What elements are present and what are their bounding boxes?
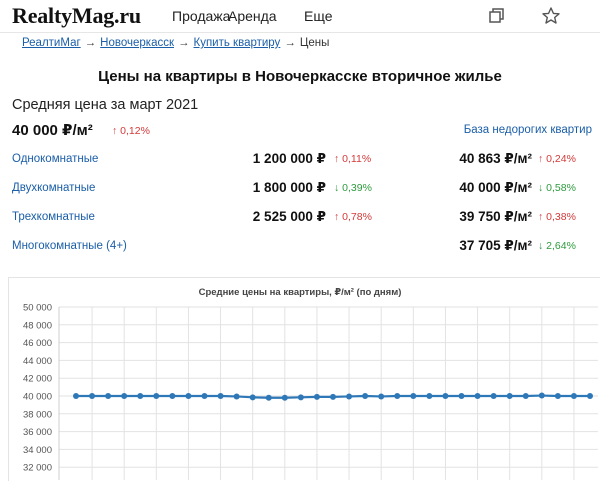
data-point	[89, 393, 96, 399]
data-point	[538, 392, 545, 399]
data-point	[249, 394, 256, 401]
data-point	[330, 393, 336, 400]
data-point	[185, 393, 192, 399]
data-point	[506, 393, 513, 399]
data-point	[490, 393, 497, 399]
data-point	[201, 393, 208, 399]
y-tick-label: 42 000	[23, 374, 52, 385]
data-point	[346, 393, 353, 400]
data-point	[362, 393, 369, 399]
y-tick-label: 32 000	[23, 463, 52, 474]
y-tick-label: 48 000	[23, 320, 52, 331]
price-line-chart: 50 000 48 000 46 000 44 000 42 000 40 000 38 0…	[23, 303, 598, 480]
y-tick-label: 50 000	[23, 303, 52, 314]
data-point	[474, 393, 481, 399]
data-point	[153, 393, 160, 399]
data-point	[297, 394, 304, 401]
data-point	[313, 393, 320, 400]
y-tick-label: 34 000	[23, 445, 52, 456]
data-point	[73, 393, 79, 399]
data-point	[378, 393, 385, 400]
y-tick-label: 36 000	[23, 427, 52, 438]
data-point	[426, 393, 433, 399]
data-point	[570, 393, 577, 399]
data-point	[458, 393, 465, 399]
y-tick-label: 46 000	[23, 338, 52, 349]
data-point	[394, 393, 401, 399]
data-point	[265, 394, 272, 401]
data-point	[554, 393, 561, 399]
data-point	[442, 393, 449, 399]
data-point	[217, 393, 224, 399]
y-tick-label: 40 000	[23, 392, 52, 403]
data-point	[121, 393, 128, 399]
y-tick-label: 44 000	[23, 356, 52, 367]
data-point	[105, 393, 112, 399]
y-tick-label: 38 000	[23, 409, 52, 420]
data-point	[137, 393, 144, 399]
data-point	[169, 393, 176, 399]
data-point	[233, 393, 240, 400]
data-point	[410, 393, 417, 399]
data-point	[522, 393, 529, 399]
data-point	[587, 393, 593, 399]
data-point	[281, 394, 288, 401]
